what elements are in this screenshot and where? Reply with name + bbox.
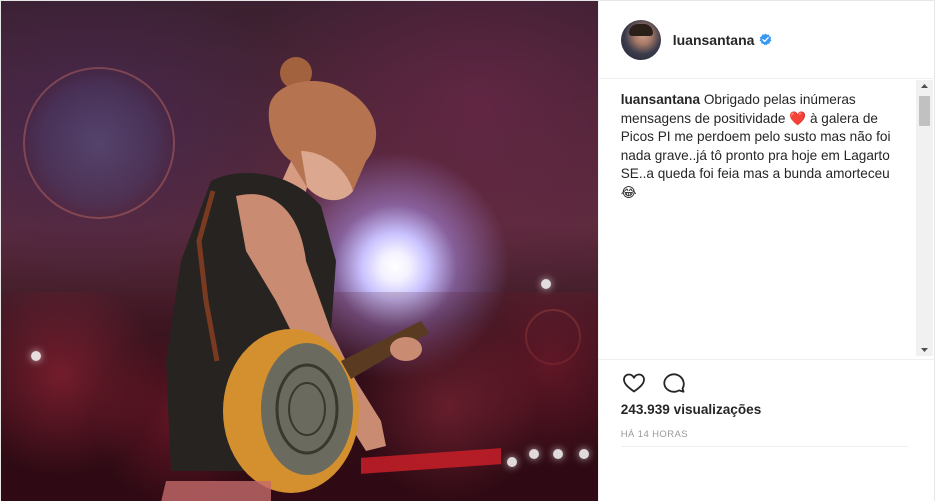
comments-scrollbar[interactable] [916,80,933,356]
scroll-up-arrow-icon[interactable] [916,80,933,92]
post-timestamp[interactable]: HÁ 14 HORAS [621,429,688,440]
like-button[interactable] [621,370,647,396]
heart-outline-icon [622,373,645,393]
author-username[interactable]: luansantana [673,32,755,48]
comment-bubble-icon [663,373,685,393]
scrollbar-thumb[interactable] [919,96,930,126]
post-side-panel: luansantana luansantana Obrigado pelas i… [597,1,935,501]
avatar[interactable] [620,19,661,60]
divider [620,446,908,447]
caption-username[interactable]: luansantana [621,92,700,107]
caption: luansantana Obrigado pelas inúmeras mens… [621,91,897,202]
verified-badge-icon [760,33,772,46]
heart-emoji: ❤️ [789,110,807,126]
scroll-down-arrow-icon[interactable] [916,344,933,356]
post-header: luansantana [598,1,935,79]
laughing-emoji: 😂 [620,184,637,200]
comments-area: luansantana Obrigado pelas inúmeras mens… [621,91,897,357]
post-container: luansantana luansantana Obrigado pelas i… [0,0,935,501]
performer-with-guitar [161,57,429,501]
post-actions-section: 243.939 visualizações HÁ 14 HORAS [598,359,935,447]
comment-button[interactable] [661,370,687,396]
views-count[interactable]: 243.939 visualizações [621,402,762,417]
action-buttons [621,370,687,396]
post-photo[interactable] [1,1,598,501]
